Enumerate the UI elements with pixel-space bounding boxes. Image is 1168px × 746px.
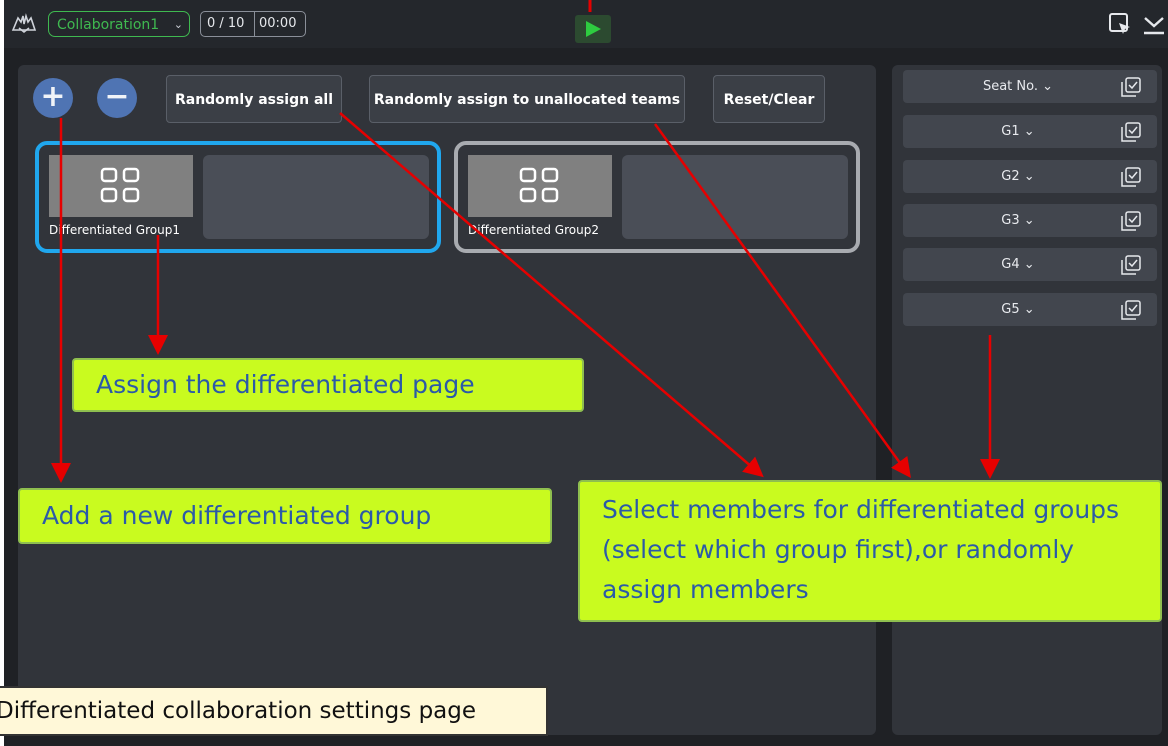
callout-add-group: Add a new differentiated group — [18, 488, 552, 544]
caption-settings-page: Differentiated collaboration settings pa… — [0, 686, 548, 736]
callout-select-members: Select members for differentiated groups… — [578, 480, 1162, 622]
callout-assign-page: Assign the differentiated page — [72, 358, 584, 412]
